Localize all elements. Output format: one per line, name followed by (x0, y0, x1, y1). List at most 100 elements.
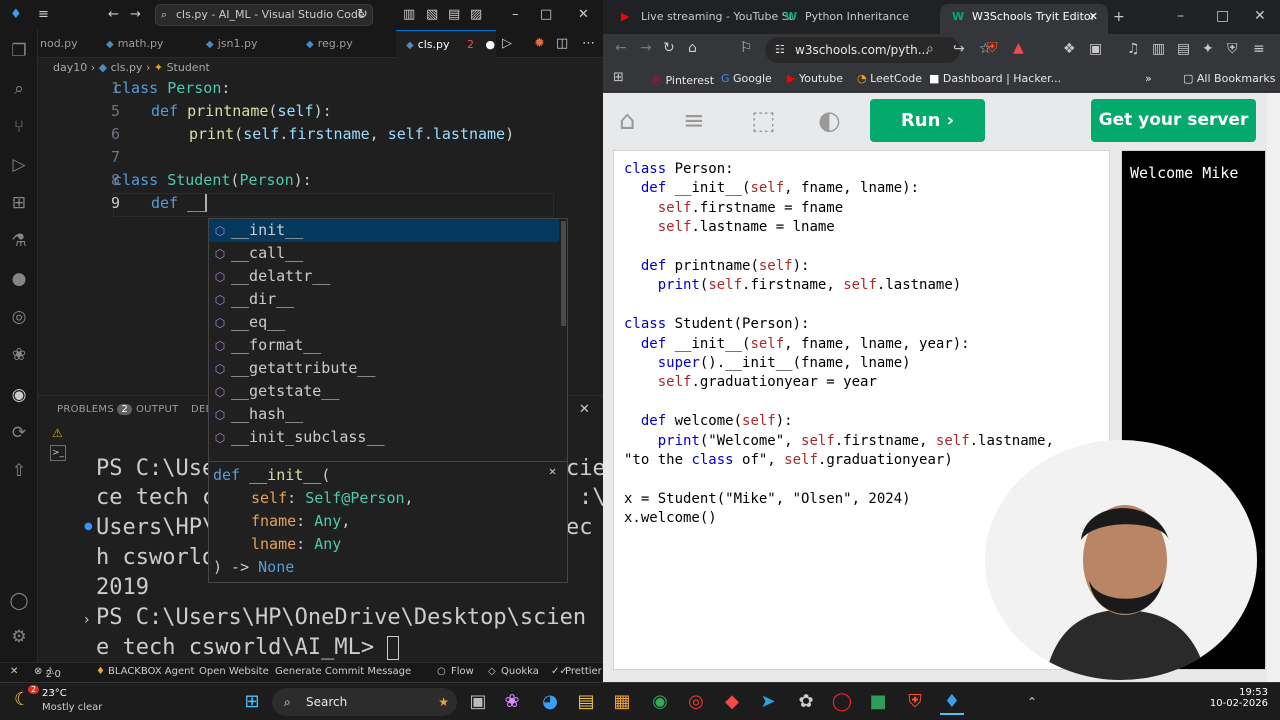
windows-start-icon[interactable]: ⊞ (240, 691, 264, 713)
status-open-website[interactable]: Open Website (199, 666, 269, 677)
chrome-icon[interactable]: ◎ (684, 691, 708, 713)
extensions-icon[interactable]: ❖ (1063, 41, 1076, 57)
chrome-tab-tryit[interactable]: W W3Schools Tryit Editor ✕ (940, 4, 1108, 34)
settings-gear-icon[interactable]: ⚙ (8, 626, 30, 648)
menu-icon[interactable]: ≡ (683, 106, 705, 136)
wallet-icon[interactable]: ▤ (1177, 41, 1190, 57)
brave-shield-icon[interactable]: ⛨ (987, 40, 998, 56)
unsaved-dot-icon[interactable]: ● (486, 38, 496, 51)
close-panel-icon[interactable]: ✕ (579, 402, 590, 417)
bookmark-icon[interactable]: ⚐ (740, 40, 753, 56)
forward-arrow-icon[interactable]: → (130, 7, 141, 22)
layout-sidebar-icon[interactable]: ▥ (403, 7, 415, 22)
tab-jsn1[interactable]: ◆ jsn1.py (206, 30, 296, 58)
all-bookmarks[interactable]: ▢ All Bookmarks (1183, 72, 1276, 85)
suggestion-item[interactable]: ⬡ __getattribute__ (209, 357, 559, 380)
telegram-icon[interactable]: ➤ (756, 691, 780, 713)
tab-math[interactable]: ◆ math.py (106, 30, 196, 58)
store-icon[interactable]: ▦ (610, 691, 634, 713)
minimize-icon[interactable]: – (1177, 8, 1184, 24)
sidebar-icon[interactable]: ▥ (1152, 41, 1165, 57)
bookmark-hackerrank[interactable]: ■ Dashboard | Hacker... (929, 72, 1061, 85)
more-actions-icon[interactable]: ⋯ (582, 36, 595, 51)
breadcrumb-symbol[interactable]: Student (167, 61, 210, 74)
bookmark-leetcode[interactable]: ◔ LeetCode (857, 72, 922, 85)
brave-icon[interactable]: ⛨ (903, 691, 927, 713)
chrome-tab-python-inheritance[interactable]: W Python Inheritance (773, 4, 941, 34)
minimize-icon[interactable]: – (512, 7, 519, 22)
copilot-icon[interactable]: ↻ (357, 7, 368, 22)
bookmark-youtube[interactable]: ▶ Youtube (787, 72, 843, 85)
vpn-icon[interactable]: ⛨ (1227, 41, 1238, 57)
explorer-icon[interactable]: ❐ (8, 40, 30, 62)
apps-grid-icon[interactable]: ⊞ (613, 70, 624, 85)
home-icon[interactable]: ⌂ (688, 40, 697, 56)
site-info-icon[interactable]: ☷ (775, 37, 785, 63)
status-flow[interactable]: Flow (451, 666, 474, 677)
search-icon[interactable]: ⌕ (8, 78, 30, 100)
run-python-icon[interactable]: ▷ (502, 36, 512, 51)
back-arrow-icon[interactable]: ← (108, 7, 119, 22)
reload-icon[interactable]: ↻ (663, 40, 675, 56)
suggestion-item[interactable]: ⬡ __getstate__ (209, 380, 559, 403)
forward-arrow-icon[interactable]: → (640, 40, 652, 56)
theme-toggle-icon[interactable]: ◐ (818, 106, 841, 136)
warning-icon[interactable]: ⚠ (52, 426, 63, 440)
tab-output[interactable]: OUTPUT (136, 404, 179, 415)
bug-icon[interactable]: ✹ (534, 36, 545, 51)
split-editor-icon[interactable]: ◫ (556, 36, 568, 51)
breadcrumb[interactable]: day10 › ◆ cls.py › ✦ Student (53, 59, 210, 77)
close-icon[interactable]: ✕ (549, 464, 556, 478)
vscode-taskbar-icon[interactable]: ♦ (940, 691, 964, 715)
suggestion-item[interactable]: ⬡ __dir__ (209, 288, 559, 311)
suggestion-item[interactable]: ⬡ __init_subclass__ (209, 426, 559, 449)
app-diamond-icon[interactable]: ◆ (720, 691, 744, 713)
rotate-layout-icon[interactable]: ⬚ (751, 106, 776, 136)
get-server-button[interactable]: Get your server (1091, 99, 1256, 142)
copilot-icon[interactable]: ❀ (500, 691, 524, 713)
share-icon[interactable]: ↪ (953, 41, 965, 57)
suggestion-item[interactable]: ⬡ __format__ (209, 334, 559, 357)
maximize-icon[interactable]: □ (1216, 8, 1229, 24)
opera-icon[interactable]: ◯ (830, 691, 854, 713)
maximize-icon[interactable]: □ (540, 7, 552, 22)
home-icon[interactable]: ⌂ (619, 106, 636, 136)
blackbox-icon[interactable]: ◉ (8, 384, 30, 406)
breadcrumb-folder[interactable]: day10 (53, 61, 87, 74)
leo-ai-icon[interactable]: ✦ (1202, 41, 1214, 57)
account-icon[interactable]: ◯ (8, 590, 30, 612)
terminal-icon[interactable]: >_ (50, 445, 66, 461)
layout-panel-left-icon[interactable]: ▧ (426, 7, 438, 22)
suggestion-widget[interactable]: ⬡ __init__ ⬡ __call__ ⬡ __delattr__ ⬡ __dir_… (208, 218, 568, 463)
remote-icon[interactable]: ◎ (8, 306, 30, 328)
run-button[interactable]: Run › (870, 99, 985, 142)
bookmarks-overflow-icon[interactable]: » (1145, 72, 1152, 85)
tray-overflow-icon[interactable]: ⌃ (1020, 691, 1044, 713)
deploy-icon[interactable]: ⇧ (8, 460, 30, 482)
suggestion-item[interactable]: ⬡ __eq__ (209, 311, 559, 334)
file-explorer-icon[interactable]: ▤ (574, 691, 598, 713)
close-icon[interactable]: ✕ (578, 7, 589, 22)
tab-problems[interactable]: PROBLEMS 2 (57, 404, 133, 415)
bookmark-google[interactable]: G Google (721, 72, 772, 85)
tab-nod[interactable]: nod.py (40, 30, 95, 58)
screenshot-icon[interactable]: ▣ (1089, 41, 1102, 57)
suggestion-item[interactable]: ⬡ __call__ (209, 242, 559, 265)
suggestion-item[interactable]: ⬡ __hash__ (209, 403, 559, 426)
layout-right-icon[interactable]: ▨ (470, 7, 482, 22)
layout-panel-icon[interactable]: ▤ (448, 7, 460, 22)
suggestion-scrollbar[interactable] (561, 221, 566, 326)
close-tab-icon[interactable]: ✕ (1089, 4, 1098, 30)
status-blackbox-agent[interactable]: BLACKBOX Agent (108, 666, 194, 677)
suggestion-item[interactable]: ⬡ __init__ (209, 219, 559, 242)
close-icon[interactable]: ✕ (1254, 8, 1266, 24)
media-icon[interactable]: ♫ (1127, 41, 1140, 57)
command-center-search[interactable]: ⌕ cls.py - AI_ML - Visual Studio Code (155, 4, 373, 26)
menu-icon[interactable]: ≡ (38, 7, 49, 22)
new-tab-icon[interactable]: + (1113, 9, 1125, 25)
remote-indicator-icon[interactable]: ✕ (10, 666, 18, 677)
edge-icon[interactable]: ◕ (538, 691, 562, 713)
tab-cls[interactable]: ◆ cls.py 2 ● (396, 30, 496, 58)
brave-rewards-icon[interactable]: ▲ (1013, 40, 1024, 56)
taskbar-search[interactable]: ⌕ Search ★ (272, 688, 457, 716)
